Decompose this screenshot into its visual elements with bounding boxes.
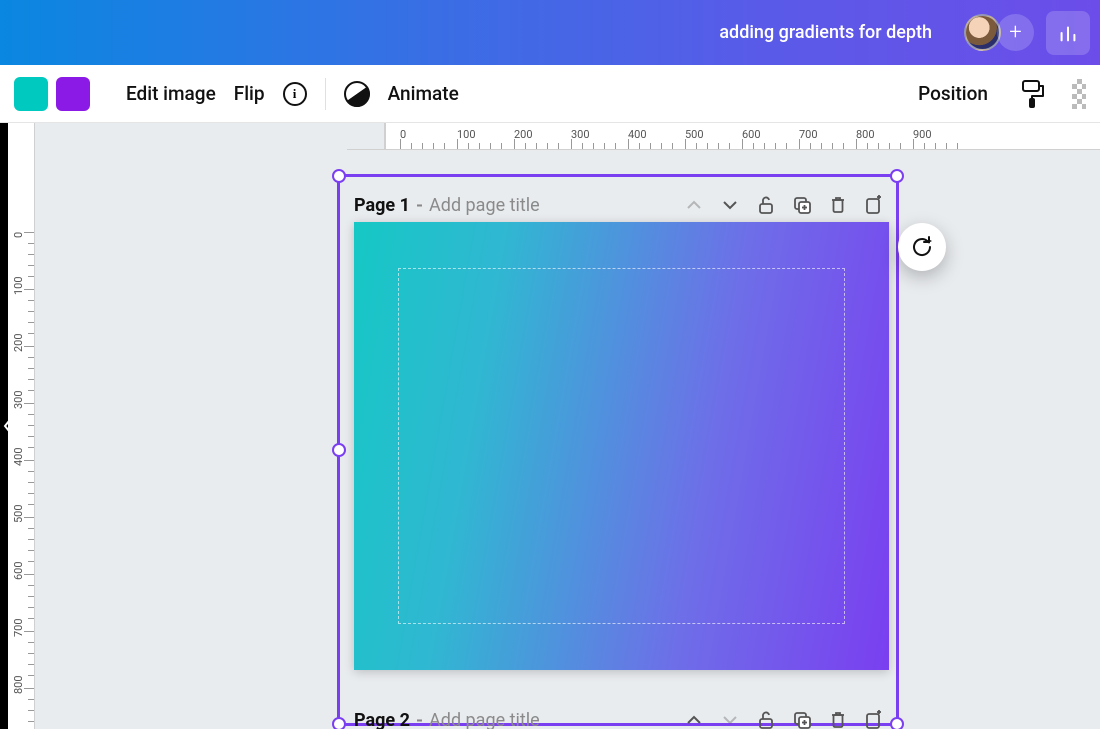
canvas-scroll-area[interactable]: 0100200300400500600700800900 Page 1 - Ad… xyxy=(35,123,1100,729)
move-page-down-button[interactable] xyxy=(715,190,745,220)
resize-handle-ne[interactable] xyxy=(890,169,904,183)
move-page-up-button xyxy=(679,190,709,220)
chevron-down-icon xyxy=(721,196,739,214)
chevron-down-icon xyxy=(721,711,739,729)
duplicate-page-button[interactable] xyxy=(787,190,817,220)
delete-page-button[interactable] xyxy=(823,705,853,729)
share-add-button[interactable]: + xyxy=(997,14,1034,51)
page-2-title-input[interactable]: Add page title xyxy=(429,710,673,729)
document-title[interactable]: adding gradients for depth xyxy=(719,22,932,43)
trash-icon xyxy=(829,195,847,215)
add-page-button[interactable] xyxy=(859,190,889,220)
lock-page-button[interactable] xyxy=(751,190,781,220)
page-1-header: Page 1 - Add page title xyxy=(354,190,889,220)
app-header: adding gradients for depth + xyxy=(0,0,1100,65)
add-page-button[interactable] xyxy=(859,705,889,729)
page-1-title-input[interactable]: Add page title xyxy=(429,195,673,216)
move-page-up-button[interactable] xyxy=(679,705,709,729)
position-button[interactable]: Position xyxy=(918,82,988,105)
refresh-sparkle-icon xyxy=(909,234,935,260)
delete-page-button[interactable] xyxy=(823,190,853,220)
animate-button[interactable]: Animate xyxy=(388,82,459,105)
duplicate-icon xyxy=(792,710,812,729)
page-1-canvas[interactable] xyxy=(354,222,889,670)
move-page-down-button xyxy=(715,705,745,729)
user-avatar[interactable] xyxy=(964,14,1001,51)
context-toolbar: Edit image Flip i Animate Position xyxy=(0,65,1100,123)
resize-handle-w[interactable] xyxy=(332,443,346,457)
vertical-ruler[interactable]: 0100200300400500600700800 xyxy=(8,123,35,729)
edit-image-button[interactable]: Edit image xyxy=(126,82,216,105)
flip-button[interactable]: Flip xyxy=(234,82,265,105)
trash-icon xyxy=(829,710,847,729)
add-page-icon xyxy=(864,195,884,215)
add-page-icon xyxy=(864,710,884,729)
horizontal-ruler[interactable]: 0100200300400500600700800900 xyxy=(385,123,1100,150)
format-painter-icon[interactable] xyxy=(1020,79,1046,109)
resize-handle-sw[interactable] xyxy=(332,717,346,729)
duplicate-icon xyxy=(792,195,812,215)
color-swatch-2[interactable] xyxy=(56,77,90,111)
resize-handle-nw[interactable] xyxy=(332,169,346,183)
page-2-label: Page 2 xyxy=(354,710,410,729)
resize-handle-se[interactable] xyxy=(890,717,904,729)
lock-page-button[interactable] xyxy=(751,705,781,729)
page-1-safe-area xyxy=(398,268,845,624)
transparency-checker-icon[interactable] xyxy=(1072,79,1086,109)
chevron-up-icon xyxy=(685,711,703,729)
bar-chart-icon xyxy=(1057,22,1079,44)
color-swatch-1[interactable] xyxy=(14,77,48,111)
chevron-up-icon xyxy=(685,196,703,214)
workspace: 0100200300400500600700800 01002003004005… xyxy=(0,123,1100,729)
analytics-button[interactable] xyxy=(1046,11,1090,55)
page-2-header: Page 2 - Add page title xyxy=(354,705,889,729)
duplicate-page-button[interactable] xyxy=(787,705,817,729)
ruler-corner xyxy=(347,123,385,150)
page-1-label: Page 1 xyxy=(354,195,410,216)
unlock-icon xyxy=(757,710,775,729)
unlock-icon xyxy=(757,195,775,215)
info-icon[interactable]: i xyxy=(283,82,307,106)
ai-regenerate-button[interactable] xyxy=(898,223,946,271)
transparency-icon[interactable] xyxy=(344,81,370,107)
